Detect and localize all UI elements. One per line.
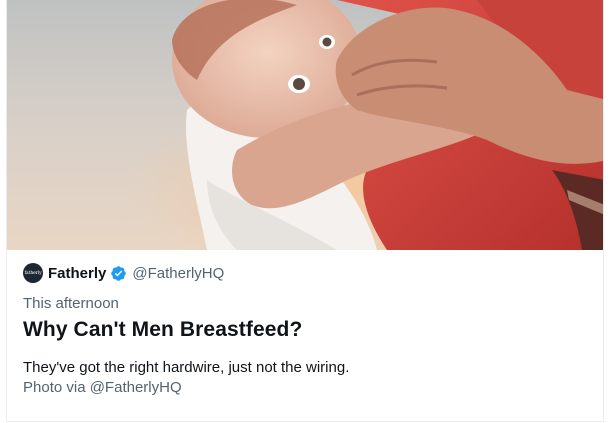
avatar[interactable]: fatherly [23,263,43,283]
photo-credit: Photo via @FatherlyHQ [23,379,182,396]
headline[interactable]: Why Can't Men Breastfeed? [23,318,302,342]
description: They've got the right hardwire, just not… [23,359,350,376]
verified-badge-icon [111,265,127,281]
author-name[interactable]: Fatherly [48,265,106,282]
timestamp: This afternoon [23,295,119,312]
author-handle[interactable]: @FatherlyHQ [132,265,224,282]
baby-photo [7,0,603,250]
card-image[interactable] [7,0,603,250]
news-card[interactable]: fatherly Fatherly @FatherlyHQ This after… [6,0,604,422]
avatar-text: fatherly [24,270,42,276]
author-row[interactable]: fatherly Fatherly @FatherlyHQ [23,262,224,284]
